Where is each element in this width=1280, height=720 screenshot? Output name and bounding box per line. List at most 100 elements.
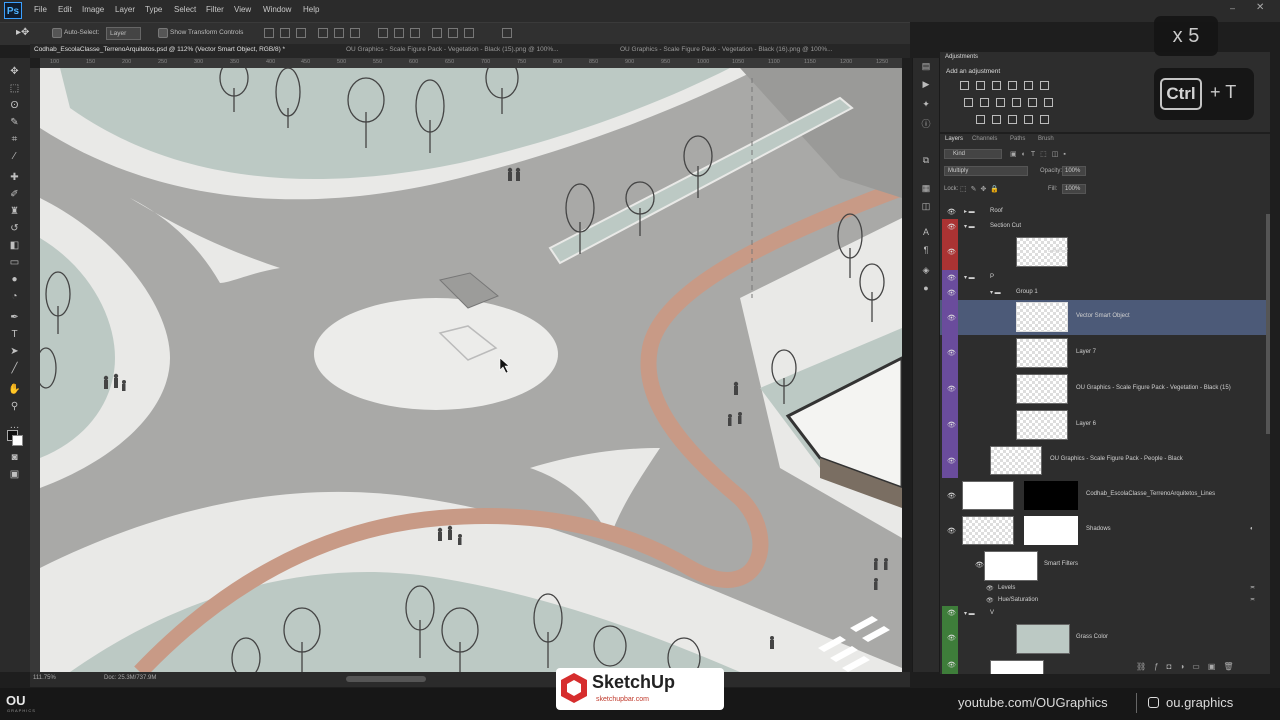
visibility-eye-icon[interactable]: 👁 [942, 234, 958, 270]
align-hcenter-icon[interactable] [334, 28, 344, 38]
layer-comps-icon[interactable]: ◈ [920, 264, 932, 276]
posterize-icon[interactable] [992, 115, 1001, 124]
distribute-top-icon[interactable] [378, 28, 388, 38]
minimize-icon[interactable]: – [1230, 3, 1235, 13]
hue-saturation-icon[interactable] [964, 98, 973, 107]
crop-tool-icon[interactable]: ⌗ [8, 134, 21, 146]
layer-row[interactable]: 👁 OU Graphics - Scale Figure Pack - Vege… [940, 371, 1266, 408]
align-right-icon[interactable] [350, 28, 360, 38]
layer-row[interactable]: 👁 Layer 7 [940, 335, 1266, 372]
invert-icon[interactable] [976, 115, 985, 124]
dodge-tool-icon[interactable]: ◔ [8, 291, 21, 303]
tab-document-active[interactable]: Codhab_EscolaClasse_TerrenoArquitetos.ps… [34, 46, 285, 53]
opacity-input[interactable]: 100% [1062, 166, 1086, 176]
healing-brush-icon[interactable]: ✚ [8, 172, 21, 184]
photo-filter-icon[interactable] [1012, 98, 1021, 107]
tab-paths[interactable]: Paths [1010, 136, 1025, 142]
show-transform-checkbox[interactable] [158, 28, 168, 38]
visibility-eye-icon[interactable]: 👁 [942, 371, 958, 407]
layer-row-selected[interactable]: 👁 Vector Smart Object [940, 300, 1266, 336]
distribute-right-icon[interactable] [464, 28, 474, 38]
filter-options-icon[interactable]: ≍ [1250, 596, 1255, 603]
horizontal-scrollbar[interactable] [346, 676, 426, 682]
styles-icon[interactable]: ◫ [920, 200, 932, 212]
visibility-eye-icon[interactable]: 👁 [942, 204, 958, 219]
menu-layer[interactable]: Layer [115, 5, 135, 14]
visibility-eye-icon[interactable]: 👁 [942, 219, 958, 234]
layer-row[interactable]: 👁 OU Graphics - Scale Figure Pack - Peop… [940, 443, 1266, 479]
layer-row[interactable]: 👁 Levels ≍ [940, 582, 1266, 594]
move-tool-icon[interactable]: ✥ [8, 66, 21, 78]
menu-select[interactable]: Select [174, 5, 196, 14]
align-vcenter-icon[interactable] [280, 28, 290, 38]
layer-row[interactable]: 👁 Layer 2 [940, 234, 1266, 271]
exposure-icon[interactable] [1008, 81, 1017, 90]
menu-window[interactable]: Window [263, 5, 291, 14]
layer-row[interactable]: 👁 Shadows ◐ [940, 513, 1266, 549]
type-tool-icon[interactable]: T [8, 329, 21, 341]
gradient-map-icon[interactable] [1024, 115, 1033, 124]
auto-select-dropdown[interactable]: Layer [106, 27, 142, 40]
filter-options-icon[interactable]: ≍ [1250, 584, 1255, 591]
shape-tool-icon[interactable]: ╱ [8, 363, 21, 375]
quick-mask-icon[interactable]: ◙ [8, 452, 21, 464]
layer-row[interactable]: 👁 ▾ ▬ V [940, 606, 1266, 621]
levels-icon[interactable] [976, 81, 985, 90]
tab-document-3[interactable]: OU Graphics - Scale Figure Pack - Vegeta… [620, 46, 833, 53]
layer-row[interactable]: 👁 ▾ ▬ Section Cut [940, 219, 1266, 235]
eye-icon[interactable]: 👁 [986, 597, 994, 604]
zoom-tool-icon[interactable]: ⚲ [8, 401, 21, 413]
layer-row[interactable]: 👁 Smart Filters [940, 548, 1266, 583]
gradient-tool-icon[interactable]: ▭ [8, 257, 21, 269]
visibility-eye-icon[interactable]: 👁 [942, 513, 958, 548]
auto-align-icon[interactable] [502, 28, 512, 38]
channel-mixer-icon[interactable] [1028, 98, 1037, 107]
tab-brush[interactable]: Brush [1038, 136, 1054, 142]
visibility-eye-icon[interactable]: 👁 [942, 335, 958, 371]
distribute-left-icon[interactable] [432, 28, 442, 38]
info-icon[interactable]: ⓘ [920, 118, 932, 130]
adjust-icon[interactable]: ⧉ [920, 154, 932, 166]
brush-tool-icon[interactable]: ✐ [8, 189, 21, 201]
lasso-tool-icon[interactable]: ʘ [8, 100, 21, 112]
layer-row[interactable]: 👁 ▸ ▬ Roof [940, 204, 1266, 220]
filter-icons[interactable]: ▣◐T⬚◫▪ [1010, 150, 1071, 158]
threshold-icon[interactable] [1008, 115, 1017, 124]
align-left-icon[interactable] [318, 28, 328, 38]
character-icon[interactable]: A [920, 226, 932, 238]
paragraph-icon[interactable]: ¶ [920, 244, 932, 256]
close-icon[interactable]: ✕ [1256, 2, 1264, 13]
background-color-swatch[interactable] [12, 435, 23, 446]
tab-layers[interactable]: Layers [945, 136, 963, 142]
selective-color-icon[interactable] [1040, 115, 1049, 124]
fill-input[interactable]: 100% [1062, 184, 1086, 194]
move-tool-icon[interactable]: ▸✥ [16, 27, 29, 38]
visibility-eye-icon[interactable]: 👁 [942, 270, 958, 285]
marquee-tool-icon[interactable]: ⬚ [8, 83, 21, 95]
eye-icon[interactable]: 👁 [986, 585, 994, 592]
auto-select-checkbox[interactable] [52, 28, 62, 38]
color-balance-icon[interactable] [980, 98, 989, 107]
document-canvas[interactable] [40, 68, 902, 672]
eyedropper-tool-icon[interactable]: ⁄ [8, 151, 21, 163]
curves-icon[interactable] [992, 81, 1001, 90]
layer-row[interactable]: 👁 Grass Color [940, 620, 1266, 657]
layer-actions-icons[interactable]: ⛓ƒ◘◑▭▣🗑 [1136, 662, 1242, 671]
menu-filter[interactable]: Filter [206, 5, 224, 14]
menu-help[interactable]: Help [303, 5, 319, 14]
visibility-eye-icon[interactable]: 👁 [942, 478, 958, 513]
tab-adjustments[interactable]: Adjustments [945, 54, 978, 60]
menu-image[interactable]: Image [82, 5, 104, 14]
blur-tool-icon[interactable]: ● [8, 274, 21, 286]
zoom-level[interactable]: 111.75% [33, 675, 56, 681]
menu-view[interactable]: View [234, 5, 251, 14]
distribute-hcenter-icon[interactable] [448, 28, 458, 38]
vibrance-icon[interactable] [1024, 81, 1033, 90]
menu-file[interactable]: File [34, 5, 47, 14]
eraser-tool-icon[interactable]: ◧ [8, 240, 21, 252]
distribute-bottom-icon[interactable] [410, 28, 420, 38]
path-select-icon[interactable]: ➤ [8, 346, 21, 358]
properties-icon[interactable]: ✦ [920, 98, 932, 110]
gradient-triangle-icon[interactable] [1040, 81, 1049, 90]
clone-stamp-icon[interactable]: ♜ [8, 206, 21, 218]
